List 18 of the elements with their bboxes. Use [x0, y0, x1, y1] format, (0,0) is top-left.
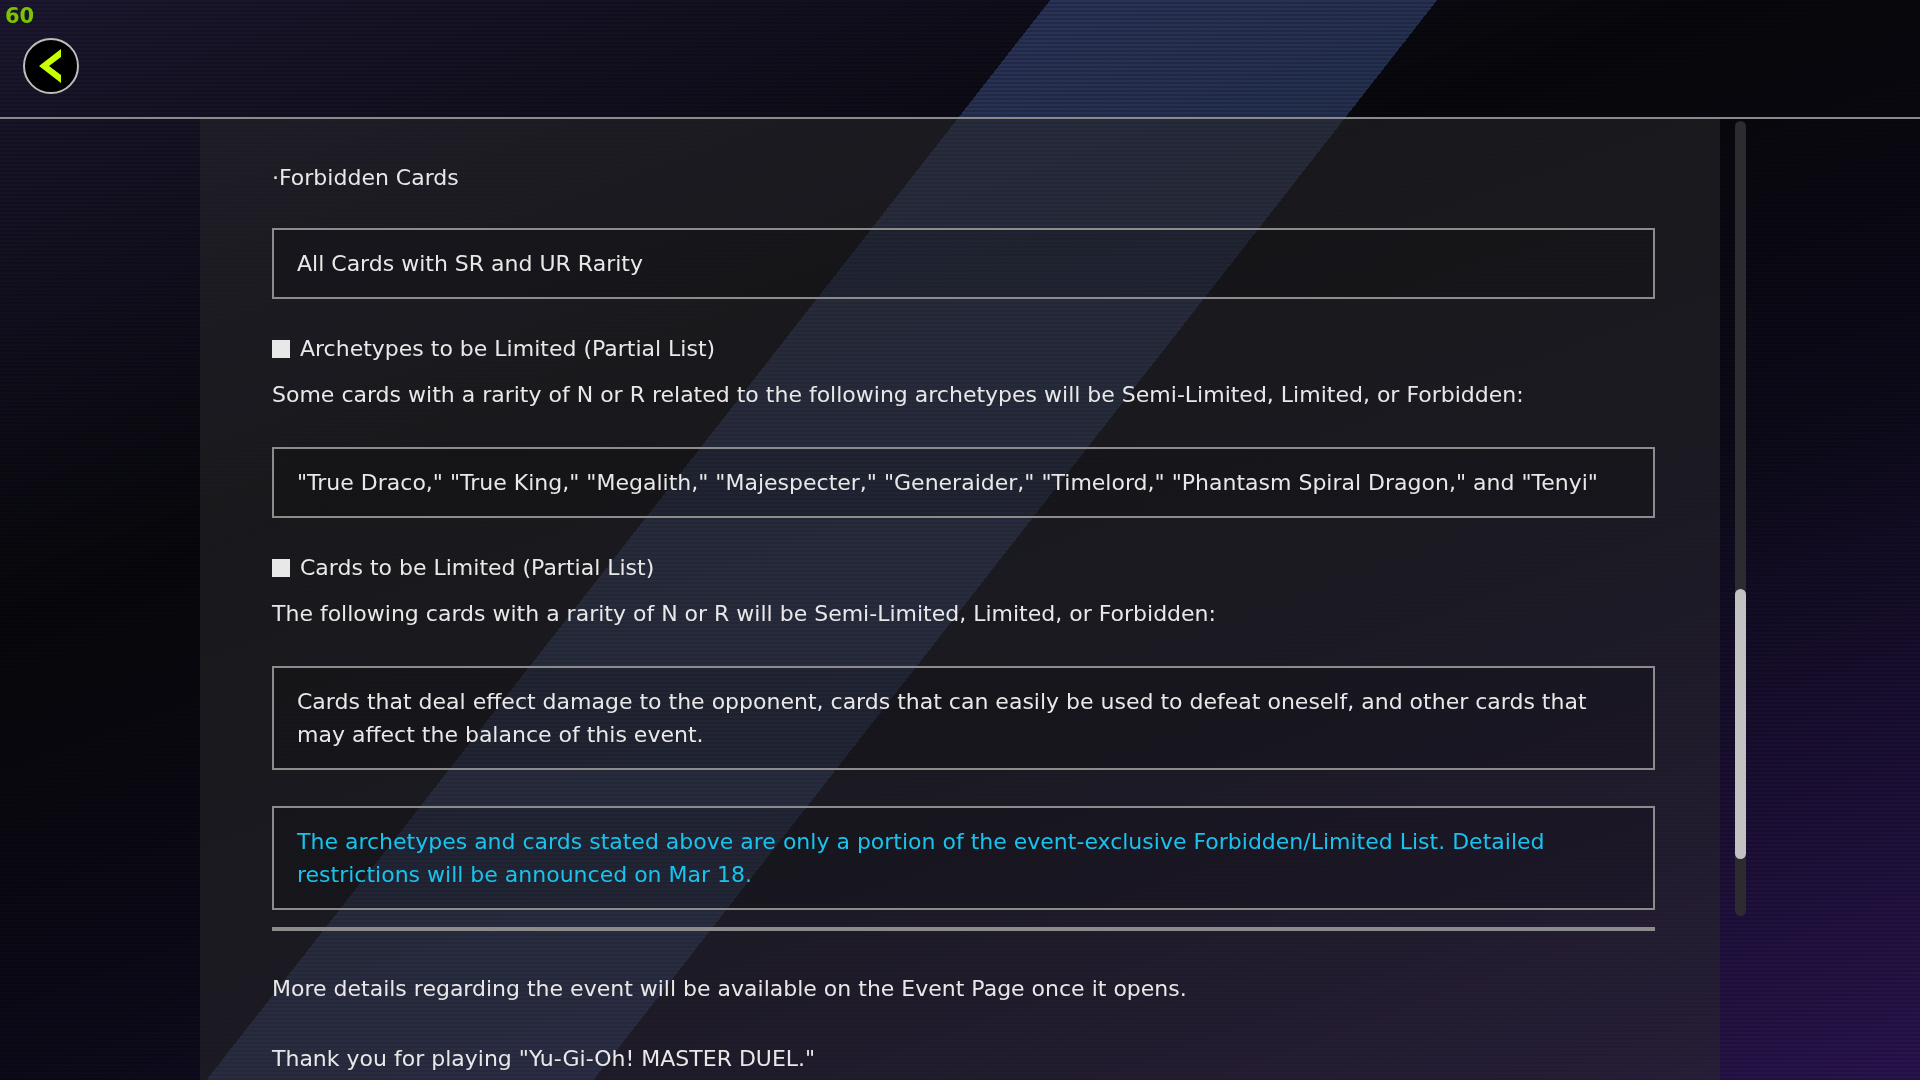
fps-counter: 60: [5, 4, 35, 28]
info-box: "True Draco," "True King," "Megalith," "Majespecter," "Generaider," "Timelord," "Phantasm Spiral Dragon," and "Tenyi": [272, 447, 1655, 518]
notice-box: The archetypes and cards stated above are only a portion of the event-exclusive Forbidden/Limited List. Detailed restrictions will be announced on Mar 18.: [272, 806, 1655, 910]
square-bullet-icon: [272, 340, 290, 358]
square-bullet-icon: [272, 559, 290, 577]
section-heading: ·Forbidden Cards: [272, 164, 460, 192]
info-box: Cards that deal effect damage to the opponent, cards that can easily be used to defeat oneself, and other cards that may affect the balance of this event.: [272, 666, 1655, 770]
subheading: Cards to be Limited (Partial List): [300, 554, 655, 582]
paragraph: Some cards with a rarity of N or R related to the following archetypes will be Semi-Limited, Limited, or Forbidden:: [272, 381, 1525, 409]
scrollbar-thumb[interactable]: [1735, 589, 1746, 859]
subheading: Archetypes to be Limited (Partial List): [300, 335, 716, 363]
info-box: All Cards with SR and UR Rarity: [272, 228, 1655, 299]
paragraph: The following cards with a rarity of N or R will be Semi-Limited, Limited, or Forbidden:: [272, 600, 1217, 628]
paragraph: More details regarding the event will be available on the Event Page once it opens.: [272, 975, 1188, 1003]
scrollbar[interactable]: [1735, 121, 1746, 916]
paragraph: Thank you for playing "Yu-Gi-Oh! MASTER DUEL.": [272, 1045, 817, 1073]
back-arrow-icon: [39, 49, 63, 83]
back-button[interactable]: [23, 38, 79, 94]
